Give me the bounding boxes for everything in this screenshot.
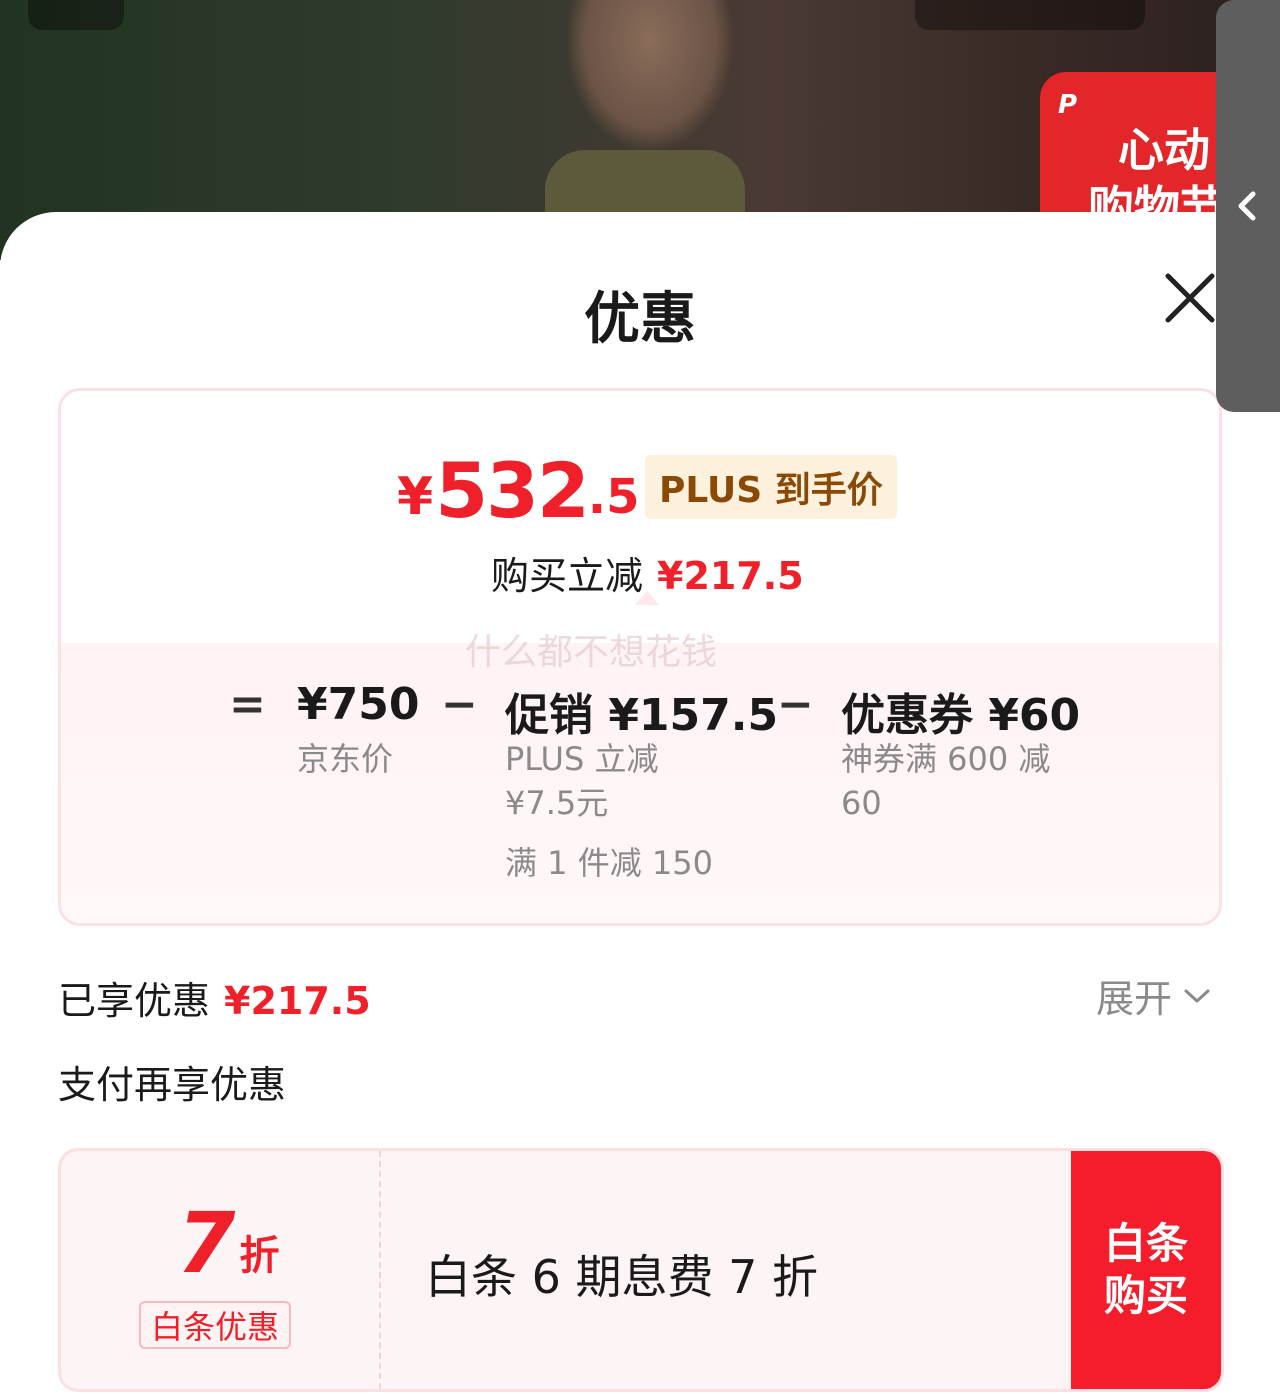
watermark: 什么都不想花钱 bbox=[465, 632, 718, 673]
promo-value: 促销 ¥157.5 bbox=[505, 690, 779, 741]
instant-saving-label: 购买立减 bbox=[491, 554, 644, 598]
minus-sign: − bbox=[441, 679, 478, 730]
price-decimal: .5 bbox=[587, 469, 640, 525]
promo-sub-plus: PLUS 立减 bbox=[505, 740, 659, 778]
offer-tag: 白条优惠 bbox=[139, 1301, 292, 1349]
discount-number: 7 bbox=[177, 1194, 236, 1292]
coupon-sub-line1: 神券满 600 减 bbox=[841, 740, 1051, 778]
offer-discount-block: 7 折 白条优惠 bbox=[61, 1151, 381, 1389]
close-icon bbox=[1165, 273, 1215, 323]
price-integer: 532 bbox=[435, 446, 590, 535]
breakdown-row: = ¥750 京东价 − 促销 ¥157.5 PLUS 立减 ¥7.5元 满 1… bbox=[61, 679, 1219, 899]
top-action-bar[interactable] bbox=[915, 0, 1145, 30]
buy-button-line2: 购买 bbox=[1103, 1271, 1188, 1320]
coupon-sub-line2: 60 bbox=[841, 784, 882, 822]
base-price-label: 京东价 bbox=[297, 740, 394, 778]
chevron-left-icon bbox=[1238, 191, 1256, 221]
coupon-value: 优惠券 ¥60 bbox=[841, 690, 1081, 741]
baitiao-buy-button[interactable]: 白条 购买 bbox=[1071, 1151, 1221, 1389]
promo-tag-line1: P bbox=[1058, 90, 1078, 120]
close-button[interactable] bbox=[1160, 268, 1220, 328]
promo-sub-amount: ¥7.5元 bbox=[505, 784, 609, 822]
discount-unit: 折 bbox=[239, 1233, 280, 1279]
promo-sub-threshold: 满 1 件减 150 bbox=[505, 844, 713, 882]
final-price: ¥ 532 .5 bbox=[397, 451, 639, 531]
chevron-down-icon bbox=[1184, 989, 1210, 1002]
instant-saving-value: ¥217.5 bbox=[657, 554, 804, 598]
side-drawer-handle[interactable] bbox=[1216, 0, 1280, 412]
enjoyed-value: ¥217.5 bbox=[224, 979, 371, 1023]
price-summary: ¥ 532 .5 PLUS 到手价 购买立减 ¥217.5 bbox=[61, 391, 1219, 643]
back-button[interactable] bbox=[28, 0, 124, 30]
expand-label: 展开 bbox=[1096, 977, 1173, 1021]
sheet-title: 优惠 bbox=[584, 287, 696, 352]
enjoyed-label: 已享优惠 bbox=[58, 979, 211, 1023]
caret-up-icon bbox=[635, 591, 659, 605]
base-price-value: ¥750 bbox=[297, 679, 420, 730]
equals-sign: = bbox=[229, 679, 266, 730]
baitiao-offer-card[interactable]: 7 折 白条优惠 白条 6 期息费 7 折 白条 购买 bbox=[58, 1148, 1224, 1392]
pay-section-title: 支付再享优惠 bbox=[58, 1063, 287, 1107]
price-currency: ¥ bbox=[397, 467, 434, 527]
discount-sheet: 优惠 ¥ 532 .5 PLUS 到手价 购买立减 ¥217.5 什么都不想花钱 … bbox=[0, 212, 1280, 1397]
offer-description: 白条 6 期息费 7 折 bbox=[425, 1250, 819, 1304]
discount-amount: 7 折 bbox=[177, 1194, 280, 1292]
enjoyed-discount: 已享优惠 ¥217.5 bbox=[58, 970, 371, 1025]
price-card: ¥ 532 .5 PLUS 到手价 购买立减 ¥217.5 什么都不想花钱 = ¥… bbox=[58, 388, 1222, 926]
buy-button-line1: 白条 bbox=[1103, 1219, 1188, 1268]
expand-button[interactable]: 展开 bbox=[1096, 968, 1212, 1023]
minus-sign: − bbox=[777, 679, 814, 730]
plus-price-badge: PLUS 到手价 bbox=[645, 455, 897, 519]
promo-tag-line2: 心动 bbox=[1118, 123, 1210, 177]
